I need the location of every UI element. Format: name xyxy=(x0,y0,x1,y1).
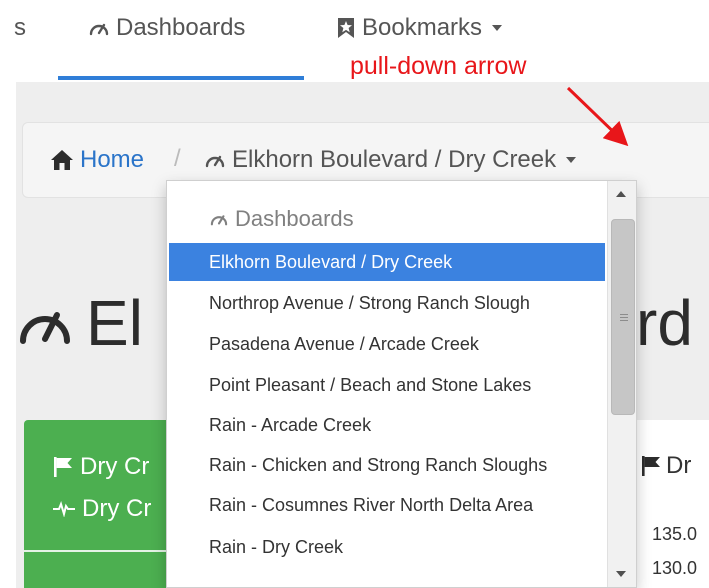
dropdown-item-label: Rain - Dry Creek xyxy=(209,536,344,557)
axis-value: 130.0 xyxy=(652,558,698,578)
dashboard-gauge-icon xyxy=(204,151,226,169)
dashboards-dropdown-menu: Dashboards Elkhorn Boulevard / Dry Creek… xyxy=(166,180,637,588)
station-link-label: Dry Cr xyxy=(80,453,150,480)
dashboard-gauge-icon xyxy=(209,211,229,227)
dropdown-item-label: Rain - Cosumnes River North Delta Area xyxy=(209,494,534,515)
dropdown-header: Dashboards xyxy=(209,206,354,232)
nav-item-dashboards[interactable]: Dashboards xyxy=(88,12,245,44)
dropdown-item-elkhorn[interactable]: Elkhorn Boulevard / Dry Creek xyxy=(169,243,605,281)
nav-item-partial[interactable]: s xyxy=(14,12,26,44)
nav-item-dashboards-label: Dashboards xyxy=(116,14,246,41)
dropdown-scrollbar[interactable] xyxy=(607,181,636,587)
dropdown-item-rain-dry-creek[interactable]: Rain - Dry Creek xyxy=(169,528,605,566)
page-title: El xyxy=(16,286,143,360)
dropdown-item-label: Pasadena Avenue / Arcade Creek xyxy=(209,333,479,354)
grip-line xyxy=(620,317,628,318)
chevron-down-icon[interactable] xyxy=(566,157,577,163)
nav-item-bookmarks-label: Bookmarks xyxy=(362,14,483,41)
breadcrumb-current-dropdown[interactable]: Elkhorn Boulevard / Dry Creek xyxy=(204,146,577,174)
home-icon xyxy=(50,149,74,171)
sensor-link[interactable]: Dry Cr xyxy=(52,495,151,523)
dropdown-item-rain-chicken[interactable]: Rain - Chicken and Strong Ranch Sloughs xyxy=(169,446,605,484)
scroll-up-arrow-icon[interactable] xyxy=(616,191,626,197)
flag-icon xyxy=(52,456,74,478)
dropdown-item-label: Northrop Avenue / Strong Ranch Slough xyxy=(209,292,530,313)
sensor-link-label: Dry Cr xyxy=(82,495,152,522)
flag-icon xyxy=(640,455,662,477)
station-link[interactable]: Dry Cr xyxy=(52,453,149,481)
nav-item-bookmarks[interactable]: Bookmarks xyxy=(336,12,503,44)
dropdown-header-label: Dashboards xyxy=(235,206,354,231)
breadcrumb-current-label: Elkhorn Boulevard / Dry Creek xyxy=(232,146,557,173)
app-window: s Dashboards Bookmarks Home / Elkhorn Bo… xyxy=(0,0,709,588)
bookmark-icon xyxy=(336,17,356,39)
grip-line xyxy=(620,314,628,315)
breadcrumb-home-label: Home xyxy=(80,146,145,173)
dropdown-item-rain-arcade[interactable]: Rain - Arcade Creek xyxy=(169,406,605,444)
scrollbar-thumb[interactable] xyxy=(611,219,635,415)
breadcrumb-home-link[interactable]: Home xyxy=(50,146,144,174)
grip-line xyxy=(620,320,628,321)
dropdown-item-label: Rain - Chicken and Strong Ranch Sloughs xyxy=(209,454,548,475)
dropdown-item-label: Elkhorn Boulevard / Dry Creek xyxy=(209,251,453,272)
station-link-right-label: Dr xyxy=(666,452,692,479)
page-title-tail: rd xyxy=(636,287,693,359)
dropdown-item-label: Rain - Arcade Creek xyxy=(209,414,372,435)
dropdown-item-label: Point Pleasant / Beach and Stone Lakes xyxy=(209,374,532,395)
axis-value: 135.0 xyxy=(652,524,698,544)
pulse-icon xyxy=(52,501,76,517)
dropdown-item-point-pleasant[interactable]: Point Pleasant / Beach and Stone Lakes xyxy=(169,366,605,404)
station-link-right[interactable]: Dr xyxy=(640,452,691,480)
nav-item-partial-label: s xyxy=(14,14,26,41)
dropdown-item-northrop[interactable]: Northrop Avenue / Strong Ranch Slough xyxy=(169,284,605,322)
dropdown-item-pasadena[interactable]: Pasadena Avenue / Arcade Creek xyxy=(169,325,605,363)
annotation-label: pull-down arrow xyxy=(350,52,527,80)
dashboard-gauge-icon xyxy=(16,299,74,347)
scroll-down-arrow-icon[interactable] xyxy=(616,571,626,577)
dashboard-gauge-icon xyxy=(88,19,110,37)
page-title-text: El xyxy=(86,287,143,359)
breadcrumb-separator: / xyxy=(174,145,181,172)
chevron-down-icon xyxy=(492,25,503,31)
active-tab-underline xyxy=(58,76,304,80)
dropdown-item-rain-cosumnes[interactable]: Rain - Cosumnes River North Delta Area xyxy=(169,486,605,524)
